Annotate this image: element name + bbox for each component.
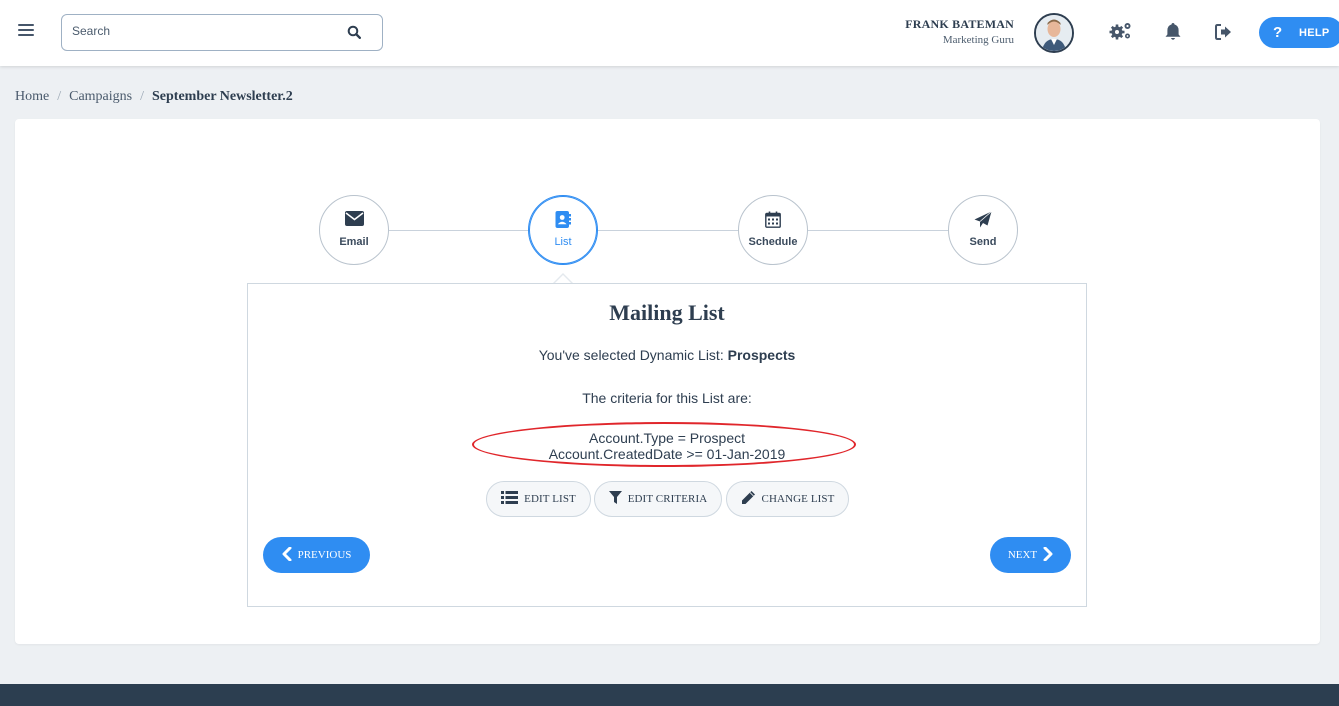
bell-icon[interactable] [1165, 22, 1181, 46]
criteria-label: The criteria for this List are: [582, 390, 752, 406]
breadcrumb-separator: / [140, 89, 144, 104]
selected-list-text: You've selected Dynamic List: Prospects [248, 347, 1086, 363]
user-role: Marketing Guru [942, 34, 1014, 46]
mailing-list-panel: Mailing List You've selected Dynamic Lis… [247, 283, 1087, 607]
user-info[interactable]: FRANK BATEMAN Marketing Guru [905, 17, 1014, 46]
edit-list-button[interactable]: EDIT LIST [486, 481, 591, 517]
panel-title: Mailing List [609, 300, 725, 325]
step-schedule[interactable]: Schedule [738, 195, 808, 265]
help-label: HELP [1299, 27, 1330, 39]
top-bar: FRANK BATEMAN Marketing Guru ? HELP [0, 0, 1339, 66]
calendar-icon [739, 211, 807, 228]
chevron-left-icon [282, 546, 292, 564]
paper-plane-icon [949, 211, 1017, 228]
logout-icon[interactable] [1215, 24, 1233, 45]
edit-criteria-label: EDIT CRITERIA [627, 493, 708, 505]
user-name: FRANK BATEMAN [905, 17, 1014, 31]
avatar[interactable] [1034, 13, 1074, 53]
settings-icon[interactable] [1109, 21, 1133, 46]
menu-icon[interactable] [18, 24, 34, 38]
next-label: NEXT [1007, 549, 1038, 561]
pencil-icon [741, 490, 756, 508]
contact-book-icon [529, 211, 597, 228]
next-button[interactable]: NEXT [990, 537, 1071, 573]
envelope-icon [320, 211, 388, 226]
criteria-item: Account.CreatedDate >= 01-Jan-2019 [548, 446, 786, 462]
selected-list-name: Prospects [727, 347, 796, 363]
step-send[interactable]: Send [948, 195, 1018, 265]
footer [0, 684, 1339, 706]
change-list-label: CHANGE LIST [761, 493, 835, 505]
step-list[interactable]: List [528, 195, 598, 265]
chevron-right-icon [1043, 546, 1053, 564]
step-schedule-label: Schedule [748, 236, 798, 248]
criteria-item: Account.Type = Prospect [588, 430, 746, 446]
search-box[interactable] [61, 14, 383, 51]
step-list-label: List [554, 236, 572, 248]
criteria-list: Account.Type = Prospect Account.CreatedD… [248, 430, 1086, 462]
breadcrumb-campaigns[interactable]: Campaigns [69, 89, 132, 104]
main-card: Email List Schedule Send Mailing List Yo… [15, 119, 1320, 644]
help-button[interactable]: ? HELP [1259, 17, 1339, 48]
search-input[interactable] [72, 24, 332, 38]
search-icon[interactable] [347, 25, 362, 44]
step-connector [808, 230, 948, 231]
breadcrumb-current: September Newsletter.2 [152, 89, 293, 104]
step-connector [389, 230, 529, 231]
breadcrumb-home[interactable]: Home [15, 89, 49, 104]
question-icon: ? [1273, 24, 1283, 41]
step-email[interactable]: Email [319, 195, 389, 265]
selected-list-prefix: You've selected Dynamic List: [538, 347, 728, 363]
filter-icon [608, 491, 622, 507]
edit-list-label: EDIT LIST [524, 493, 576, 505]
breadcrumb-separator: / [57, 89, 62, 104]
previous-label: PREVIOUS [297, 549, 352, 561]
edit-criteria-button[interactable]: EDIT CRITERIA [594, 481, 722, 517]
step-connector [598, 230, 739, 231]
step-email-label: Email [339, 236, 369, 248]
list-icon [501, 491, 519, 507]
previous-button[interactable]: PREVIOUS [263, 537, 370, 573]
breadcrumb: Home / Campaigns / September Newsletter.2 [15, 89, 293, 105]
step-send-label: Send [969, 236, 997, 248]
change-list-button[interactable]: CHANGE LIST [726, 481, 849, 517]
